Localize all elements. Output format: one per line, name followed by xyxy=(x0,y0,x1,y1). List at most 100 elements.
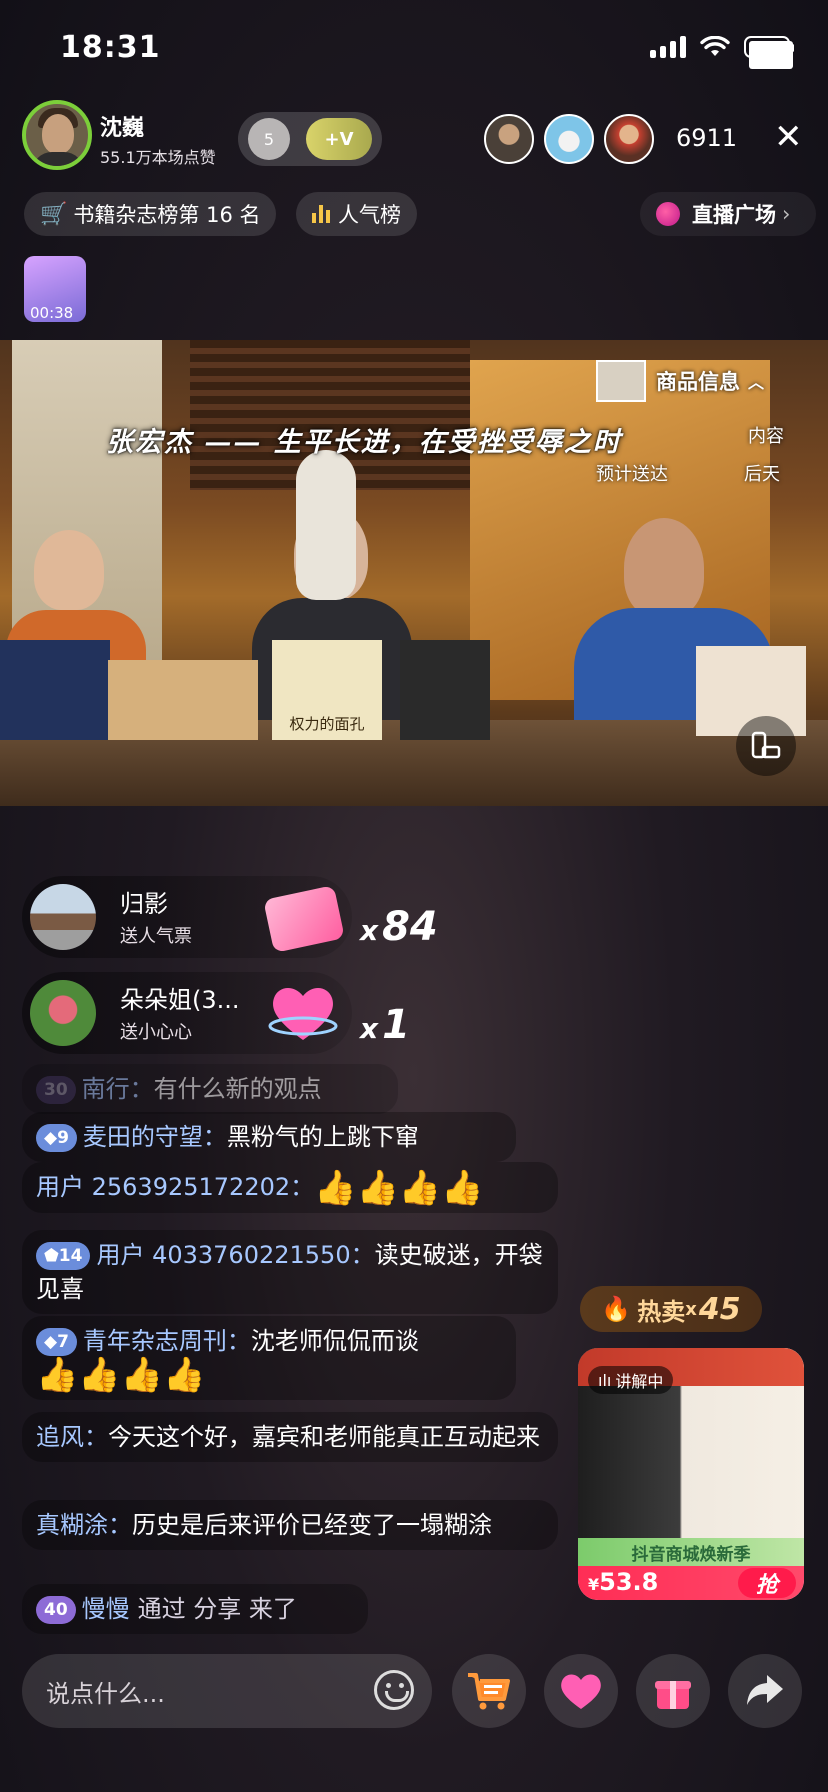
chat-message: ◆ 7 青年杂志周刊：沈老师侃侃而谈 👍👍👍👍 xyxy=(22,1316,516,1400)
host-name[interactable]: 沈巍 xyxy=(100,110,144,142)
level-badge: ◆ 9 xyxy=(36,1124,77,1152)
explaining-tag: ılı 讲解中 xyxy=(588,1366,674,1394)
fan-club-badge[interactable]: 5 +V xyxy=(238,112,382,166)
share-button[interactable] xyxy=(728,1654,802,1728)
close-icon[interactable]: ✕ xyxy=(774,120,803,154)
host-avatar[interactable] xyxy=(22,100,92,170)
live-video[interactable]: 权力的面孔 张宏杰 —— 生平长进，在受挫受辱之时 商品信息 ︿ 内容 预计送达… xyxy=(0,340,828,806)
chevron-up-icon: ︿ xyxy=(748,373,765,392)
price-symbol: ¥ xyxy=(588,1575,600,1594)
comment-input[interactable]: 说点什么... xyxy=(22,1654,432,1728)
chevron-right-icon: › xyxy=(782,202,791,226)
status-icons xyxy=(650,36,794,69)
fire-icon: 🔥 xyxy=(601,1295,632,1323)
viewer-avatar[interactable] xyxy=(484,114,534,164)
chat-message: ◆ 9 麦田的守望：黑粉气的上跳下窜 xyxy=(22,1112,516,1162)
product-thumb xyxy=(596,360,646,402)
level-value: 9 xyxy=(57,1128,69,1148)
gift-action: 送人气票 xyxy=(120,926,192,947)
book-box-blue xyxy=(0,640,110,740)
level-badge: ⬟ 14 xyxy=(36,1242,91,1270)
thumbs-up-icons: 👍👍👍👍 xyxy=(36,1355,206,1395)
chat-text: 通过 分享 来了 xyxy=(137,1595,297,1623)
level-badge: 40 xyxy=(36,1596,76,1624)
rotate-screen-button[interactable] xyxy=(736,716,796,776)
chat-text: 有什么新的观点 xyxy=(153,1075,322,1103)
chat-text: 黑粉气的上跳下窜 xyxy=(226,1123,419,1151)
product-price: ¥53.8 xyxy=(588,1568,658,1596)
rank-pill[interactable]: 🛒 书籍杂志榜第 16 名 xyxy=(24,192,277,236)
heart-icon xyxy=(561,1674,601,1709)
hot-sale-label: 热卖 xyxy=(637,1297,686,1326)
chat-text: 👍👍👍👍 xyxy=(314,1168,484,1208)
user-avatar[interactable] xyxy=(30,980,96,1046)
join-fan-club-button[interactable]: +V xyxy=(306,118,372,160)
gift-user-name: 朵朵姐(3... xyxy=(120,986,240,1014)
guest-man xyxy=(624,518,704,618)
cart-icon: 🛒 xyxy=(40,201,68,227)
viewer-avatar[interactable] xyxy=(544,114,594,164)
user-avatar[interactable] xyxy=(30,884,96,950)
viewer-count[interactable]: 6911 xyxy=(676,124,737,152)
level-value: 14 xyxy=(58,1246,83,1266)
plaza-label: 直播广场 xyxy=(692,203,776,227)
like-button[interactable] xyxy=(544,1654,618,1728)
vase xyxy=(296,450,356,600)
mall-banner: 抖音商城焕新季 xyxy=(578,1538,804,1566)
chat-message: 40 慢慢 通过 分享 来了 xyxy=(22,1584,368,1634)
book-cover-dark xyxy=(400,640,490,740)
chat-username[interactable]: 南行： xyxy=(82,1075,154,1103)
status-time: 18:31 xyxy=(60,30,161,65)
live-plaza-pill[interactable]: 直播广场 › xyxy=(640,192,816,236)
signal-icon xyxy=(650,36,686,58)
chat-username[interactable]: 用户 2563925172202： xyxy=(36,1173,314,1201)
rotate-icon xyxy=(751,731,781,759)
explaining-label: 讲解中 xyxy=(615,1372,664,1391)
chat-username[interactable]: 用户 4033760221550： xyxy=(96,1241,374,1269)
popularity-pill[interactable]: 人气榜 xyxy=(296,192,417,236)
buy-button[interactable]: 抢 xyxy=(738,1568,796,1598)
product-card[interactable]: ılı 讲解中 抖音商城焕新季 ¥53.8 抢 xyxy=(578,1348,804,1600)
level-badge: ◆ 7 xyxy=(36,1328,77,1356)
gift-count-value: 1 xyxy=(382,1002,410,1048)
chat-message: 用户 2563925172202：👍👍👍👍 xyxy=(22,1162,558,1213)
heart-gift-icon xyxy=(268,982,338,1044)
shopping-cart-icon xyxy=(468,1673,510,1710)
wifi-icon xyxy=(700,36,730,56)
share-icon xyxy=(747,1675,783,1705)
gift-icon xyxy=(655,1681,691,1709)
hot-sale-count: 45 xyxy=(698,1291,741,1327)
rank-label: 书籍杂志榜第 16 名 xyxy=(73,203,261,227)
chat-message: 真糊涂：历史是后来评价已经变了一塌糊涂 xyxy=(22,1500,558,1550)
chat-username[interactable]: 追风： xyxy=(36,1423,108,1451)
audio-wave-icon: ılı xyxy=(598,1370,612,1390)
chat-username[interactable]: 青年杂志周刊： xyxy=(83,1327,251,1355)
emoji-icon[interactable] xyxy=(374,1670,414,1710)
viewer-avatar[interactable] xyxy=(604,114,654,164)
chat-username[interactable]: 真糊涂： xyxy=(36,1511,132,1539)
chat-username[interactable]: 慢慢 xyxy=(82,1595,130,1623)
delivery-value: 后天 xyxy=(744,464,780,485)
shopping-cart-button[interactable] xyxy=(452,1654,526,1728)
gift-action: 送小心心 xyxy=(120,1022,192,1043)
gift-count: x1 xyxy=(360,1002,410,1048)
chat-message: ⬟ 14 用户 4033760221550：读史破迷，开袋见喜 xyxy=(22,1230,558,1314)
product-info-label: 商品信息 xyxy=(656,370,740,394)
gift-button[interactable] xyxy=(636,1654,710,1728)
guest-woman xyxy=(34,530,104,610)
gift-count-value: 84 xyxy=(382,904,438,950)
product-info-toggle[interactable]: 商品信息 ︿ xyxy=(596,360,764,402)
hot-sale-badge[interactable]: 🔥 热卖 x 45 xyxy=(580,1286,762,1332)
chat-message: 30 南行：有什么新的观点 xyxy=(22,1064,398,1114)
chat-username[interactable]: 麦田的守望： xyxy=(83,1123,227,1151)
gift-user-name: 归影 xyxy=(120,890,168,918)
chat-text: 沈老师侃侃而谈 xyxy=(250,1327,419,1355)
book-title: 权力的面孔 xyxy=(289,715,365,733)
planet-icon xyxy=(656,202,680,226)
comment-placeholder: 说点什么... xyxy=(46,1679,165,1708)
price-value: 53.8 xyxy=(599,1568,659,1596)
gift-timer: 00:38 xyxy=(30,304,74,322)
chat-text: 历史是后来评价已经变了一塌糊涂 xyxy=(132,1511,492,1539)
price-row: ¥53.8 抢 xyxy=(578,1566,804,1600)
chat-text: 今天这个好，嘉宾和老师能真正互动起来 xyxy=(108,1423,540,1451)
